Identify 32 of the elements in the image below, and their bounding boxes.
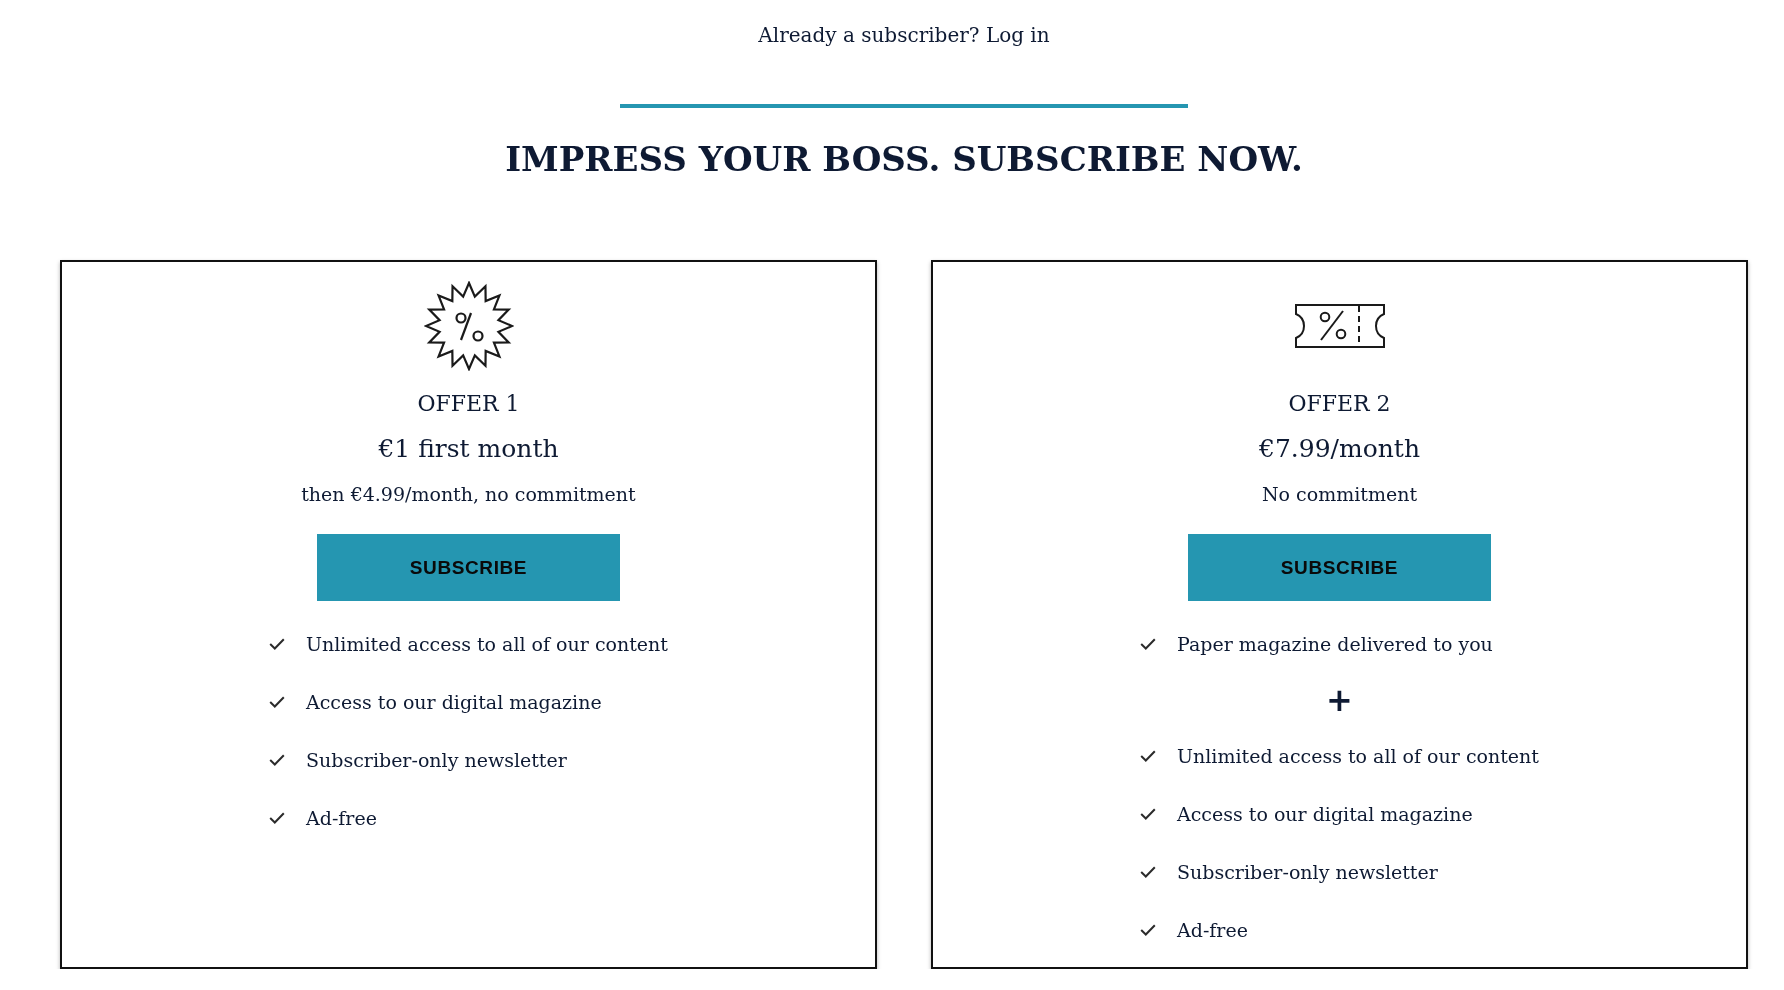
feature-text: Ad-free — [1177, 918, 1248, 943]
offer-terms: No commitment — [1261, 482, 1418, 507]
subscribe-button[interactable]: SUBSCRIBE — [317, 534, 620, 601]
check-icon — [1140, 750, 1156, 762]
check-icon — [269, 696, 285, 708]
offer-price: €1 first month — [378, 433, 559, 465]
check-icon — [1140, 638, 1156, 650]
headline: IMPRESS YOUR BOSS. SUBSCRIBE NOW. — [505, 138, 1303, 181]
offer-title: OFFER 1 — [417, 390, 520, 418]
check-icon — [1140, 924, 1156, 936]
feature-text: Subscriber-only newsletter — [1177, 860, 1438, 885]
check-icon — [269, 754, 285, 766]
check-icon — [269, 812, 285, 824]
offer-title: OFFER 2 — [1288, 390, 1391, 418]
login-link[interactable]: Log in — [985, 23, 1050, 47]
feature-text: Subscriber-only newsletter — [306, 748, 567, 773]
check-icon — [269, 638, 285, 650]
plus-separator: + — [1326, 687, 1353, 713]
feature-text: Ad-free — [306, 806, 377, 831]
feature-text: Unlimited access to all of our content — [306, 632, 668, 657]
feature-text: Access to our digital magazine — [1177, 802, 1473, 827]
feature-text: Unlimited access to all of our content — [1177, 744, 1539, 769]
check-icon — [1140, 866, 1156, 878]
subscribe-button[interactable]: SUBSCRIBE — [1188, 534, 1491, 601]
offer-price: €7.99/month — [1259, 433, 1420, 465]
feature-text: Paper magazine delivered to you — [1177, 632, 1493, 657]
percent-starburst-icon — [423, 281, 514, 371]
check-icon — [1140, 808, 1156, 820]
percent-ticket-icon — [1294, 304, 1385, 348]
offer-terms: then €4.99/month, no commitment — [301, 482, 636, 507]
login-prompt: Already a subscriber? Log in — [758, 22, 1050, 49]
feature-text: Access to our digital magazine — [306, 690, 602, 715]
